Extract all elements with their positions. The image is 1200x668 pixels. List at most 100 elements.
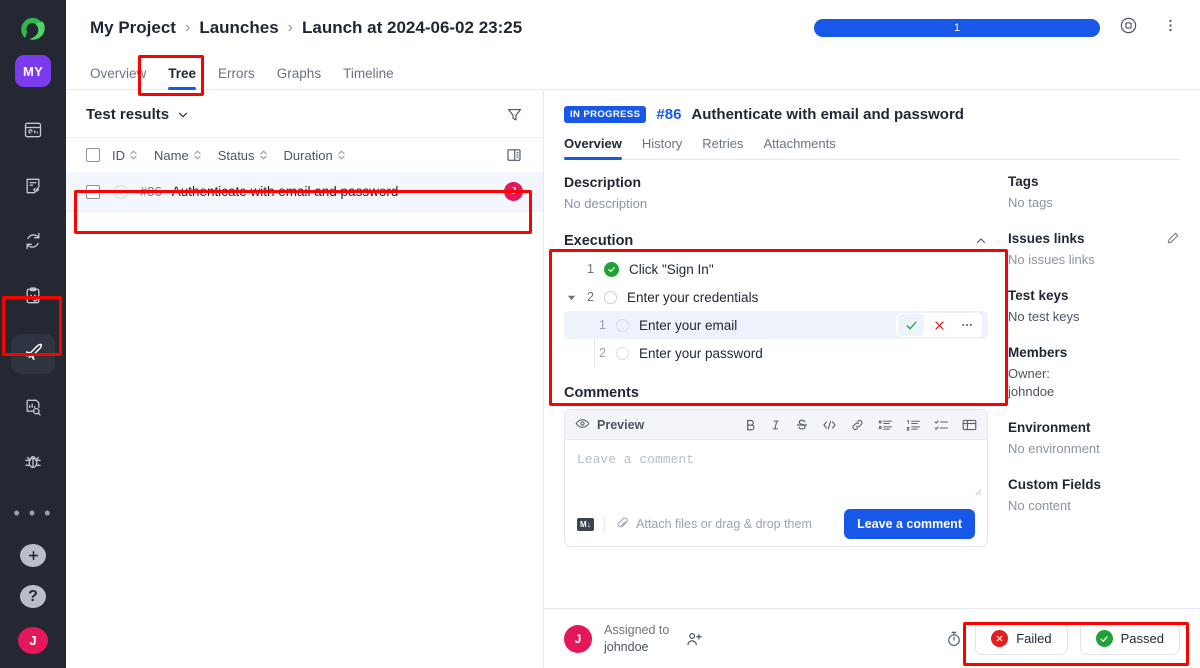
- execution-step[interactable]: 1 Enter your email: [564, 311, 988, 339]
- launch-progress-bar[interactable]: 1: [814, 19, 1100, 37]
- more-vertical-icon: [1162, 17, 1179, 39]
- code-icon[interactable]: [822, 418, 837, 432]
- test-results-title[interactable]: Test results: [86, 106, 169, 123]
- leave-comment-button[interactable]: Leave a comment: [844, 509, 975, 539]
- chevron-down-icon[interactable]: [176, 108, 190, 122]
- meta-block-issues-links: Issues links No issues links: [1008, 231, 1180, 270]
- step-number: 1: [587, 262, 594, 276]
- task-list-icon[interactable]: [934, 418, 949, 432]
- sidebar-item-dashboards[interactable]: [11, 113, 55, 152]
- failed-icon: [991, 630, 1009, 647]
- step-more-icon[interactable]: [954, 314, 980, 336]
- tab-retries[interactable]: Retries: [702, 136, 743, 159]
- column-header-name[interactable]: Name: [154, 148, 202, 163]
- workspace-badge[interactable]: MY: [15, 55, 51, 88]
- execution-step[interactable]: 2 Enter your credentials: [564, 283, 988, 311]
- meta-block-tags: Tags No tags: [1008, 174, 1180, 213]
- step-actions: [896, 313, 982, 337]
- sidebar-item-jobs[interactable]: [11, 224, 55, 263]
- comment-input[interactable]: Leave a comment: [565, 440, 987, 502]
- passed-label: Passed: [1120, 631, 1164, 646]
- tab-timeline[interactable]: Timeline: [343, 66, 394, 89]
- mark-failed-icon[interactable]: [926, 314, 952, 336]
- resize-grip-icon[interactable]: [973, 487, 982, 499]
- sidebar-item-test-cases[interactable]: [11, 169, 55, 208]
- tab-overview[interactable]: Overview: [564, 136, 622, 160]
- test-results-panel: Test results ID Name Status Duration #86…: [66, 90, 544, 668]
- breadcrumb-project[interactable]: My Project: [90, 18, 176, 38]
- filter-icon[interactable]: [506, 106, 523, 123]
- sidebar-item-launches[interactable]: [11, 334, 55, 374]
- numbered-list-icon[interactable]: [906, 418, 921, 432]
- execution-step[interactable]: 1 Click "Sign In": [564, 255, 988, 283]
- step-number: 2: [599, 346, 606, 360]
- table-row[interactable]: #86 Authenticate with email and password…: [66, 172, 543, 212]
- markdown-icon[interactable]: M↓: [577, 517, 595, 531]
- meta-block-environment: Environment No environment: [1008, 420, 1180, 459]
- column-header-status[interactable]: Status: [218, 148, 268, 163]
- meta-block-members: Members Owner: johndoe: [1008, 345, 1180, 403]
- column-label-status: Status: [217, 147, 255, 163]
- select-all-checkbox[interactable]: [86, 148, 100, 162]
- custom-fields-value: No content: [1008, 498, 1071, 514]
- execution-step[interactable]: 2 Enter your password: [564, 339, 988, 367]
- help-button[interactable]: ?: [20, 585, 46, 609]
- execution-heading: Execution: [564, 233, 634, 249]
- detail-bottom-bar: J Assigned to johndoe Failed Passed: [544, 608, 1200, 668]
- bold-icon[interactable]: [744, 418, 757, 432]
- status-badge: IN PROGRESS: [564, 106, 647, 123]
- attach-files-button[interactable]: Attach files or drag & drop them: [615, 516, 812, 533]
- column-header-id[interactable]: ID: [112, 148, 138, 163]
- launch-menu-button[interactable]: [1156, 14, 1184, 42]
- pencil-icon[interactable]: [1166, 231, 1180, 245]
- tab-graphs[interactable]: Graphs: [277, 66, 321, 89]
- app-logo-icon[interactable]: [11, 10, 55, 49]
- tab-overview[interactable]: Overview: [90, 66, 146, 89]
- step-twisty-expanded-icon[interactable]: [564, 293, 578, 302]
- tab-tree[interactable]: Tree: [168, 66, 196, 90]
- add-user-icon[interactable]: [685, 630, 703, 648]
- mark-passed-button[interactable]: Passed: [1079, 622, 1180, 655]
- sidebar-item-test-plans[interactable]: [11, 279, 55, 318]
- issues-links-heading: Issues links: [1008, 231, 1180, 246]
- bullet-list-icon[interactable]: [878, 418, 893, 432]
- assignee-name: johndoe: [604, 639, 649, 654]
- link-icon[interactable]: [850, 418, 865, 432]
- dashboards-icon: [23, 120, 43, 145]
- breadcrumb-launch[interactable]: Launch at 2024-06-02 23:25: [302, 18, 522, 38]
- chevron-up-icon[interactable]: [974, 234, 988, 248]
- sidebar-item-defects[interactable]: [11, 445, 55, 484]
- tab-attachments[interactable]: Attachments: [763, 136, 835, 159]
- issues-links-label: Issues links: [1008, 230, 1085, 246]
- row-status-icon: [114, 184, 128, 199]
- step-label: Click "Sign In": [629, 261, 714, 277]
- row-avatar: J: [504, 182, 523, 201]
- detail-columns: Description No description Execution 1 C…: [564, 174, 1180, 547]
- top-bar: My Project › Launches › Launch at 2024-0…: [66, 0, 1200, 56]
- divider: [604, 516, 606, 532]
- assigned-label: Assigned to: [604, 622, 670, 637]
- tab-errors[interactable]: Errors: [218, 66, 255, 89]
- sidebar-item-analytics[interactable]: [11, 390, 55, 429]
- meta-block-test-keys: Test keys No test keys: [1008, 288, 1180, 327]
- breadcrumb-launches[interactable]: Launches: [199, 18, 278, 38]
- mark-passed-icon[interactable]: [898, 314, 924, 336]
- columns-icon[interactable]: [505, 146, 523, 164]
- sort-icon: [193, 149, 202, 161]
- row-checkbox[interactable]: [86, 184, 100, 199]
- custom-fields-heading: Custom Fields: [1008, 477, 1102, 493]
- user-avatar[interactable]: J: [18, 627, 48, 655]
- mark-failed-button[interactable]: Failed: [975, 622, 1068, 655]
- table-icon[interactable]: [962, 418, 977, 432]
- stop-launch-button[interactable]: [1114, 14, 1142, 42]
- add-button[interactable]: [20, 543, 46, 568]
- strikethrough-icon[interactable]: [795, 418, 809, 432]
- tab-history[interactable]: History: [642, 136, 682, 159]
- italic-icon[interactable]: [770, 418, 782, 432]
- row-name: Authenticate with email and password: [171, 184, 399, 199]
- preview-toggle[interactable]: Preview: [575, 416, 644, 434]
- stopwatch-icon[interactable]: [945, 630, 963, 648]
- members-value: Owner: johndoe: [1008, 365, 1055, 400]
- column-header-duration[interactable]: Duration: [284, 148, 346, 163]
- sidebar-item-more[interactable]: • • •: [11, 500, 55, 527]
